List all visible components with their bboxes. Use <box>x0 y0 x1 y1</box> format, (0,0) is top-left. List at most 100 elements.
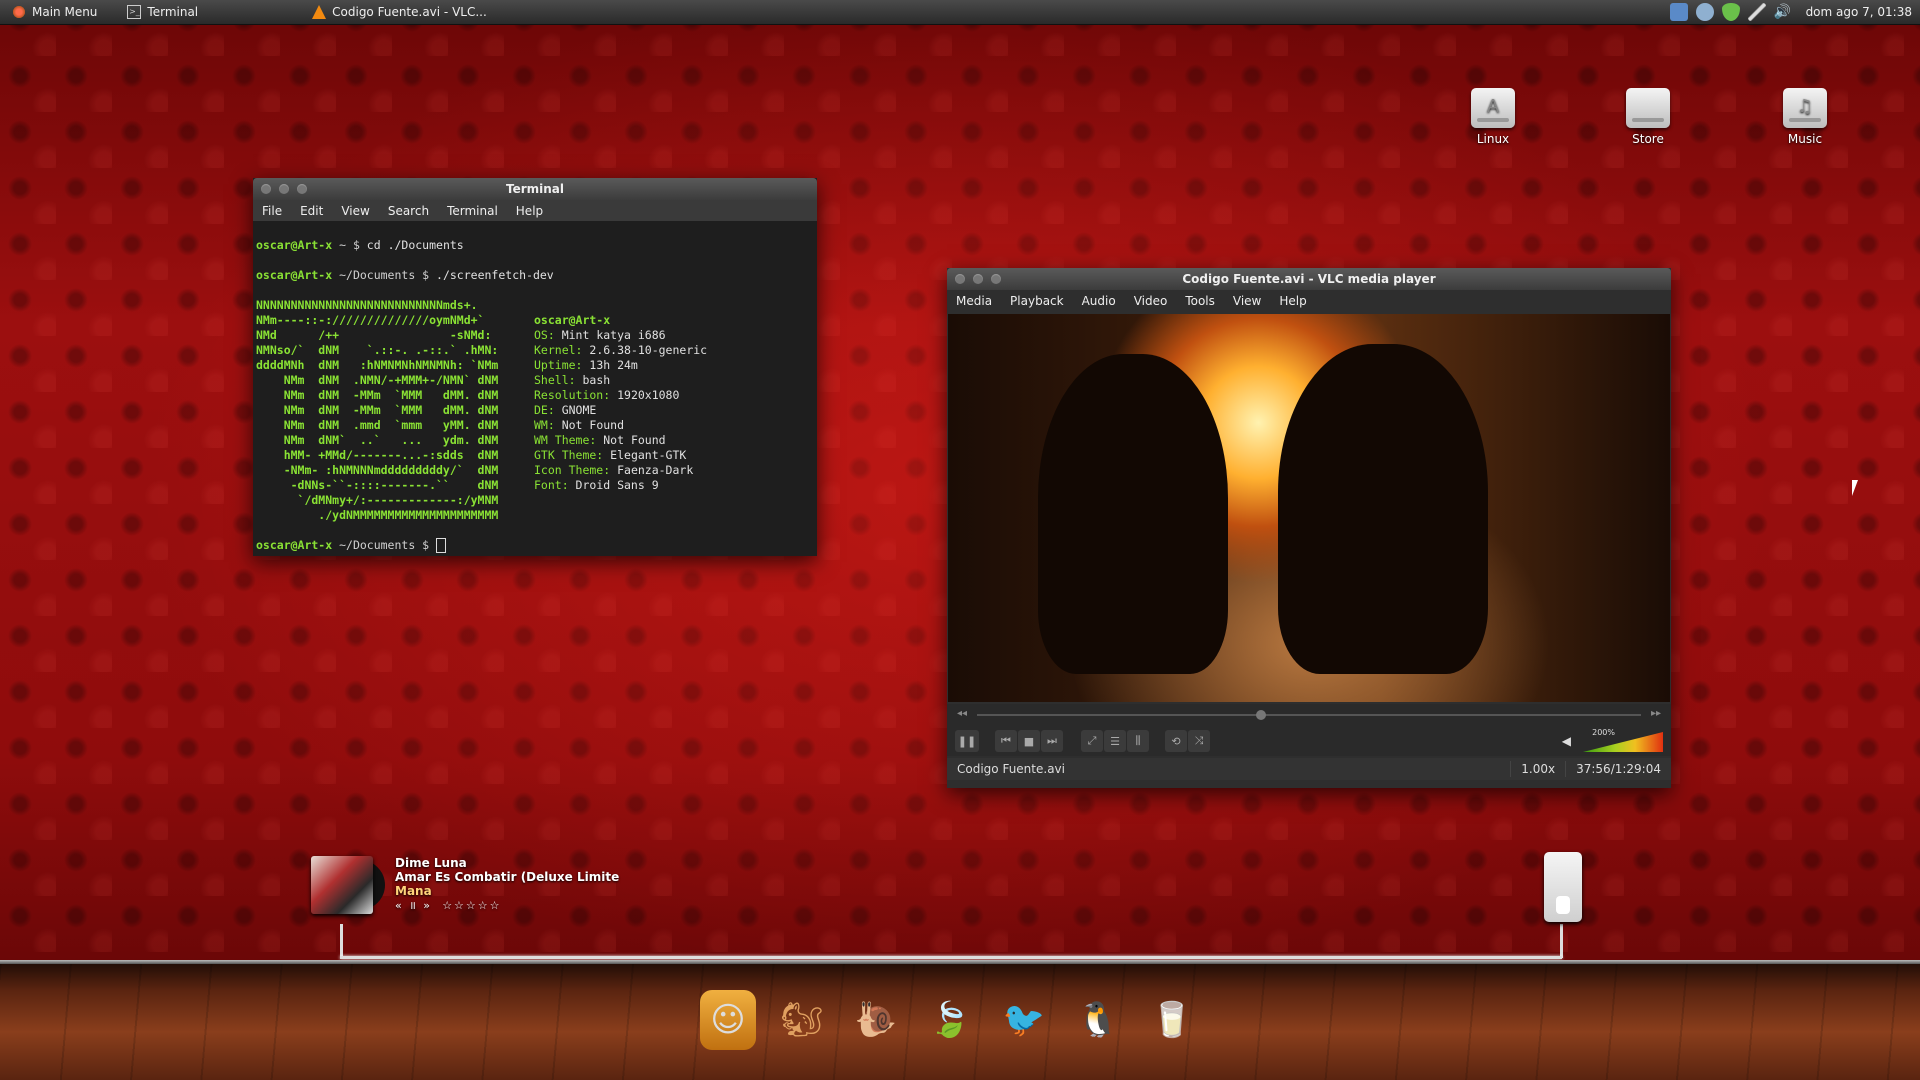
vlc-titlebar[interactable]: Codigo Fuente.avi - VLC media player <box>947 268 1671 290</box>
milk-icon[interactable]: 🥛 <box>1144 990 1200 1050</box>
dock: ☺ 🐿 🐌 🍃 🐦 🐧 🥛 <box>700 990 1200 1050</box>
close-button[interactable] <box>261 184 271 194</box>
main-menu-label: Main Menu <box>32 5 98 19</box>
video-frame[interactable] <box>948 314 1670 702</box>
menu-media[interactable]: Media <box>947 294 1001 308</box>
desktop-icon-label: Linux <box>1476 132 1510 146</box>
pause-button[interactable]: ❚❚ <box>955 730 979 752</box>
main-menu-button[interactable]: Main Menu <box>0 0 109 24</box>
seek-track[interactable] <box>977 710 1641 720</box>
info-key: Resolution: <box>534 388 618 402</box>
menu-video[interactable]: Video <box>1125 294 1177 308</box>
logo-line: NMm dNM` ..` ... ydm. dNM <box>256 433 499 447</box>
info-line: Shell: bash <box>534 373 707 388</box>
next-button[interactable]: ⏭ <box>1041 730 1063 752</box>
fullscreen-button[interactable]: ⤢ <box>1081 730 1103 752</box>
menu-audio[interactable]: Audio <box>1073 294 1125 308</box>
store-icon[interactable]: ☺ <box>700 990 756 1050</box>
logo-line: NMm----::-://////////////oymNMd+` <box>256 313 485 327</box>
shuffle-button[interactable]: ⤨ <box>1188 730 1210 752</box>
seek-handle[interactable] <box>1255 710 1266 720</box>
pen-icon[interactable] <box>1747 3 1766 21</box>
info-line: GTK Theme: Elegant-GTK <box>534 448 707 463</box>
menu-view[interactable]: View <box>1224 294 1270 308</box>
penguin-icon[interactable]: 🐧 <box>1070 990 1126 1050</box>
info-line: Uptime: 13h 24m <box>534 358 707 373</box>
info-line: OS: Mint katya i686 <box>534 328 707 343</box>
leaf-icon[interactable]: 🍃 <box>922 990 978 1050</box>
system-tray: 🔊 dom ago 7, 01:38 <box>1669 0 1920 24</box>
cable <box>1560 924 1563 958</box>
info-key: Kernel: <box>534 343 590 357</box>
screenfetch-output: NNNNNNNNNNNNNNNNNNNNNNNNNNNmds+. NMm----:… <box>256 298 814 523</box>
menu-help[interactable]: Help <box>1270 294 1315 308</box>
mint-ascii-logo: NNNNNNNNNNNNNNNNNNNNNNNNNNNmds+. NMm----:… <box>256 298 526 523</box>
clock[interactable]: dom ago 7, 01:38 <box>1806 5 1912 19</box>
system-info: oscar@Art-x OS: Mint katya i686 Kernel: 2.… <box>534 298 707 523</box>
minimize-button[interactable] <box>279 184 289 194</box>
window-title: Codigo Fuente.avi - VLC media player <box>1182 272 1436 286</box>
rating-stars[interactable]: ☆☆☆☆☆ <box>442 899 501 912</box>
info-line: WM Theme: Not Found <box>534 433 707 448</box>
taskbar-vlc[interactable]: Codigo Fuente.avi - VLC... <box>300 0 499 24</box>
close-button[interactable] <box>955 274 965 284</box>
info-value: Faenza-Dark <box>617 463 694 477</box>
taskbar-terminal[interactable]: >_ Terminal <box>115 0 210 24</box>
seek-forward-icon[interactable]: ▸▸ <box>1651 708 1661 719</box>
maximize-button[interactable] <box>991 274 1001 284</box>
info-line: DE: GNOME <box>534 403 707 418</box>
previous-button[interactable]: ⏮ <box>995 730 1017 752</box>
menu-file[interactable]: File <box>253 204 291 218</box>
media-controls[interactable]: « ॥ » <box>395 899 432 912</box>
menu-tools[interactable]: Tools <box>1176 294 1224 308</box>
menu-help[interactable]: Help <box>507 204 552 218</box>
status-filename: Codigo Fuente.avi <box>957 762 1065 776</box>
update-icon[interactable] <box>1695 3 1714 21</box>
terminal-icon: >_ <box>127 5 142 19</box>
bird-icon[interactable]: 🐦 <box>996 990 1052 1050</box>
squirrel-icon[interactable]: 🐿 <box>774 990 830 1050</box>
seek-bar[interactable]: ◂◂ ▸▸ <box>947 704 1671 726</box>
vlc-cone-icon <box>312 5 327 19</box>
playback-speed[interactable]: 1.00x <box>1510 761 1565 777</box>
stop-button[interactable]: ■ <box>1018 730 1040 752</box>
desktop-icon-store[interactable]: Store <box>1613 88 1683 146</box>
loop-button[interactable]: ⟲ <box>1165 730 1187 752</box>
info-key: WM: <box>534 418 562 432</box>
info-key: GTK Theme: <box>534 448 611 462</box>
info-value: Not Found <box>603 433 666 447</box>
minimize-button[interactable] <box>973 274 983 284</box>
terminal-output[interactable]: oscar@Art-x ~ $ cd ./Documents oscar@Art… <box>253 221 817 556</box>
mute-icon[interactable]: ◀ <box>1562 734 1571 748</box>
album-cover <box>311 856 385 914</box>
snail-icon[interactable]: 🐌 <box>848 990 904 1050</box>
desktop-icon-music[interactable]: ♫ Music <box>1770 88 1840 146</box>
logo-line: NMm dNM -MMm `MMM dMM. dNM <box>256 388 499 402</box>
extended-settings-button[interactable]: ⫼ <box>1127 730 1149 752</box>
volume-label: 200% <box>1592 728 1615 737</box>
maximize-button[interactable] <box>297 184 307 194</box>
network-icon[interactable] <box>1669 3 1688 21</box>
time-display[interactable]: 37:56/1:29:04 <box>1565 761 1671 777</box>
menu-playback[interactable]: Playback <box>1001 294 1073 308</box>
terminal-line: oscar@Art-x ~ $ cd ./Documents <box>256 238 464 252</box>
volume-icon[interactable]: 🔊 <box>1774 3 1792 21</box>
info-key: Icon Theme: <box>534 463 618 477</box>
vlc-window: Codigo Fuente.avi - VLC media player Med… <box>947 268 1671 788</box>
desktop-icon-linux[interactable]: A Linux <box>1458 88 1528 146</box>
terminal-titlebar[interactable]: Terminal <box>253 178 817 200</box>
shield-icon[interactable] <box>1721 3 1740 21</box>
info-line: Kernel: 2.6.38-10-generic <box>534 343 707 358</box>
menu-edit[interactable]: Edit <box>291 204 332 218</box>
menu-view[interactable]: View <box>332 204 378 218</box>
cable <box>340 956 1562 959</box>
top-panel: Main Menu >_ Terminal Codigo Fuente.avi … <box>0 0 1920 25</box>
playlist-button[interactable]: ☰ <box>1104 730 1126 752</box>
info-line: Icon Theme: Faenza-Dark <box>534 463 707 478</box>
logo-line: NMm dNM .NMN/-+MMM+-/NMN` dNM <box>256 373 499 387</box>
info-line: Resolution: 1920x1080 <box>534 388 707 403</box>
menu-terminal[interactable]: Terminal <box>438 204 507 218</box>
seek-back-icon[interactable]: ◂◂ <box>957 708 967 719</box>
info-key: OS: <box>534 328 562 342</box>
menu-search[interactable]: Search <box>379 204 438 218</box>
